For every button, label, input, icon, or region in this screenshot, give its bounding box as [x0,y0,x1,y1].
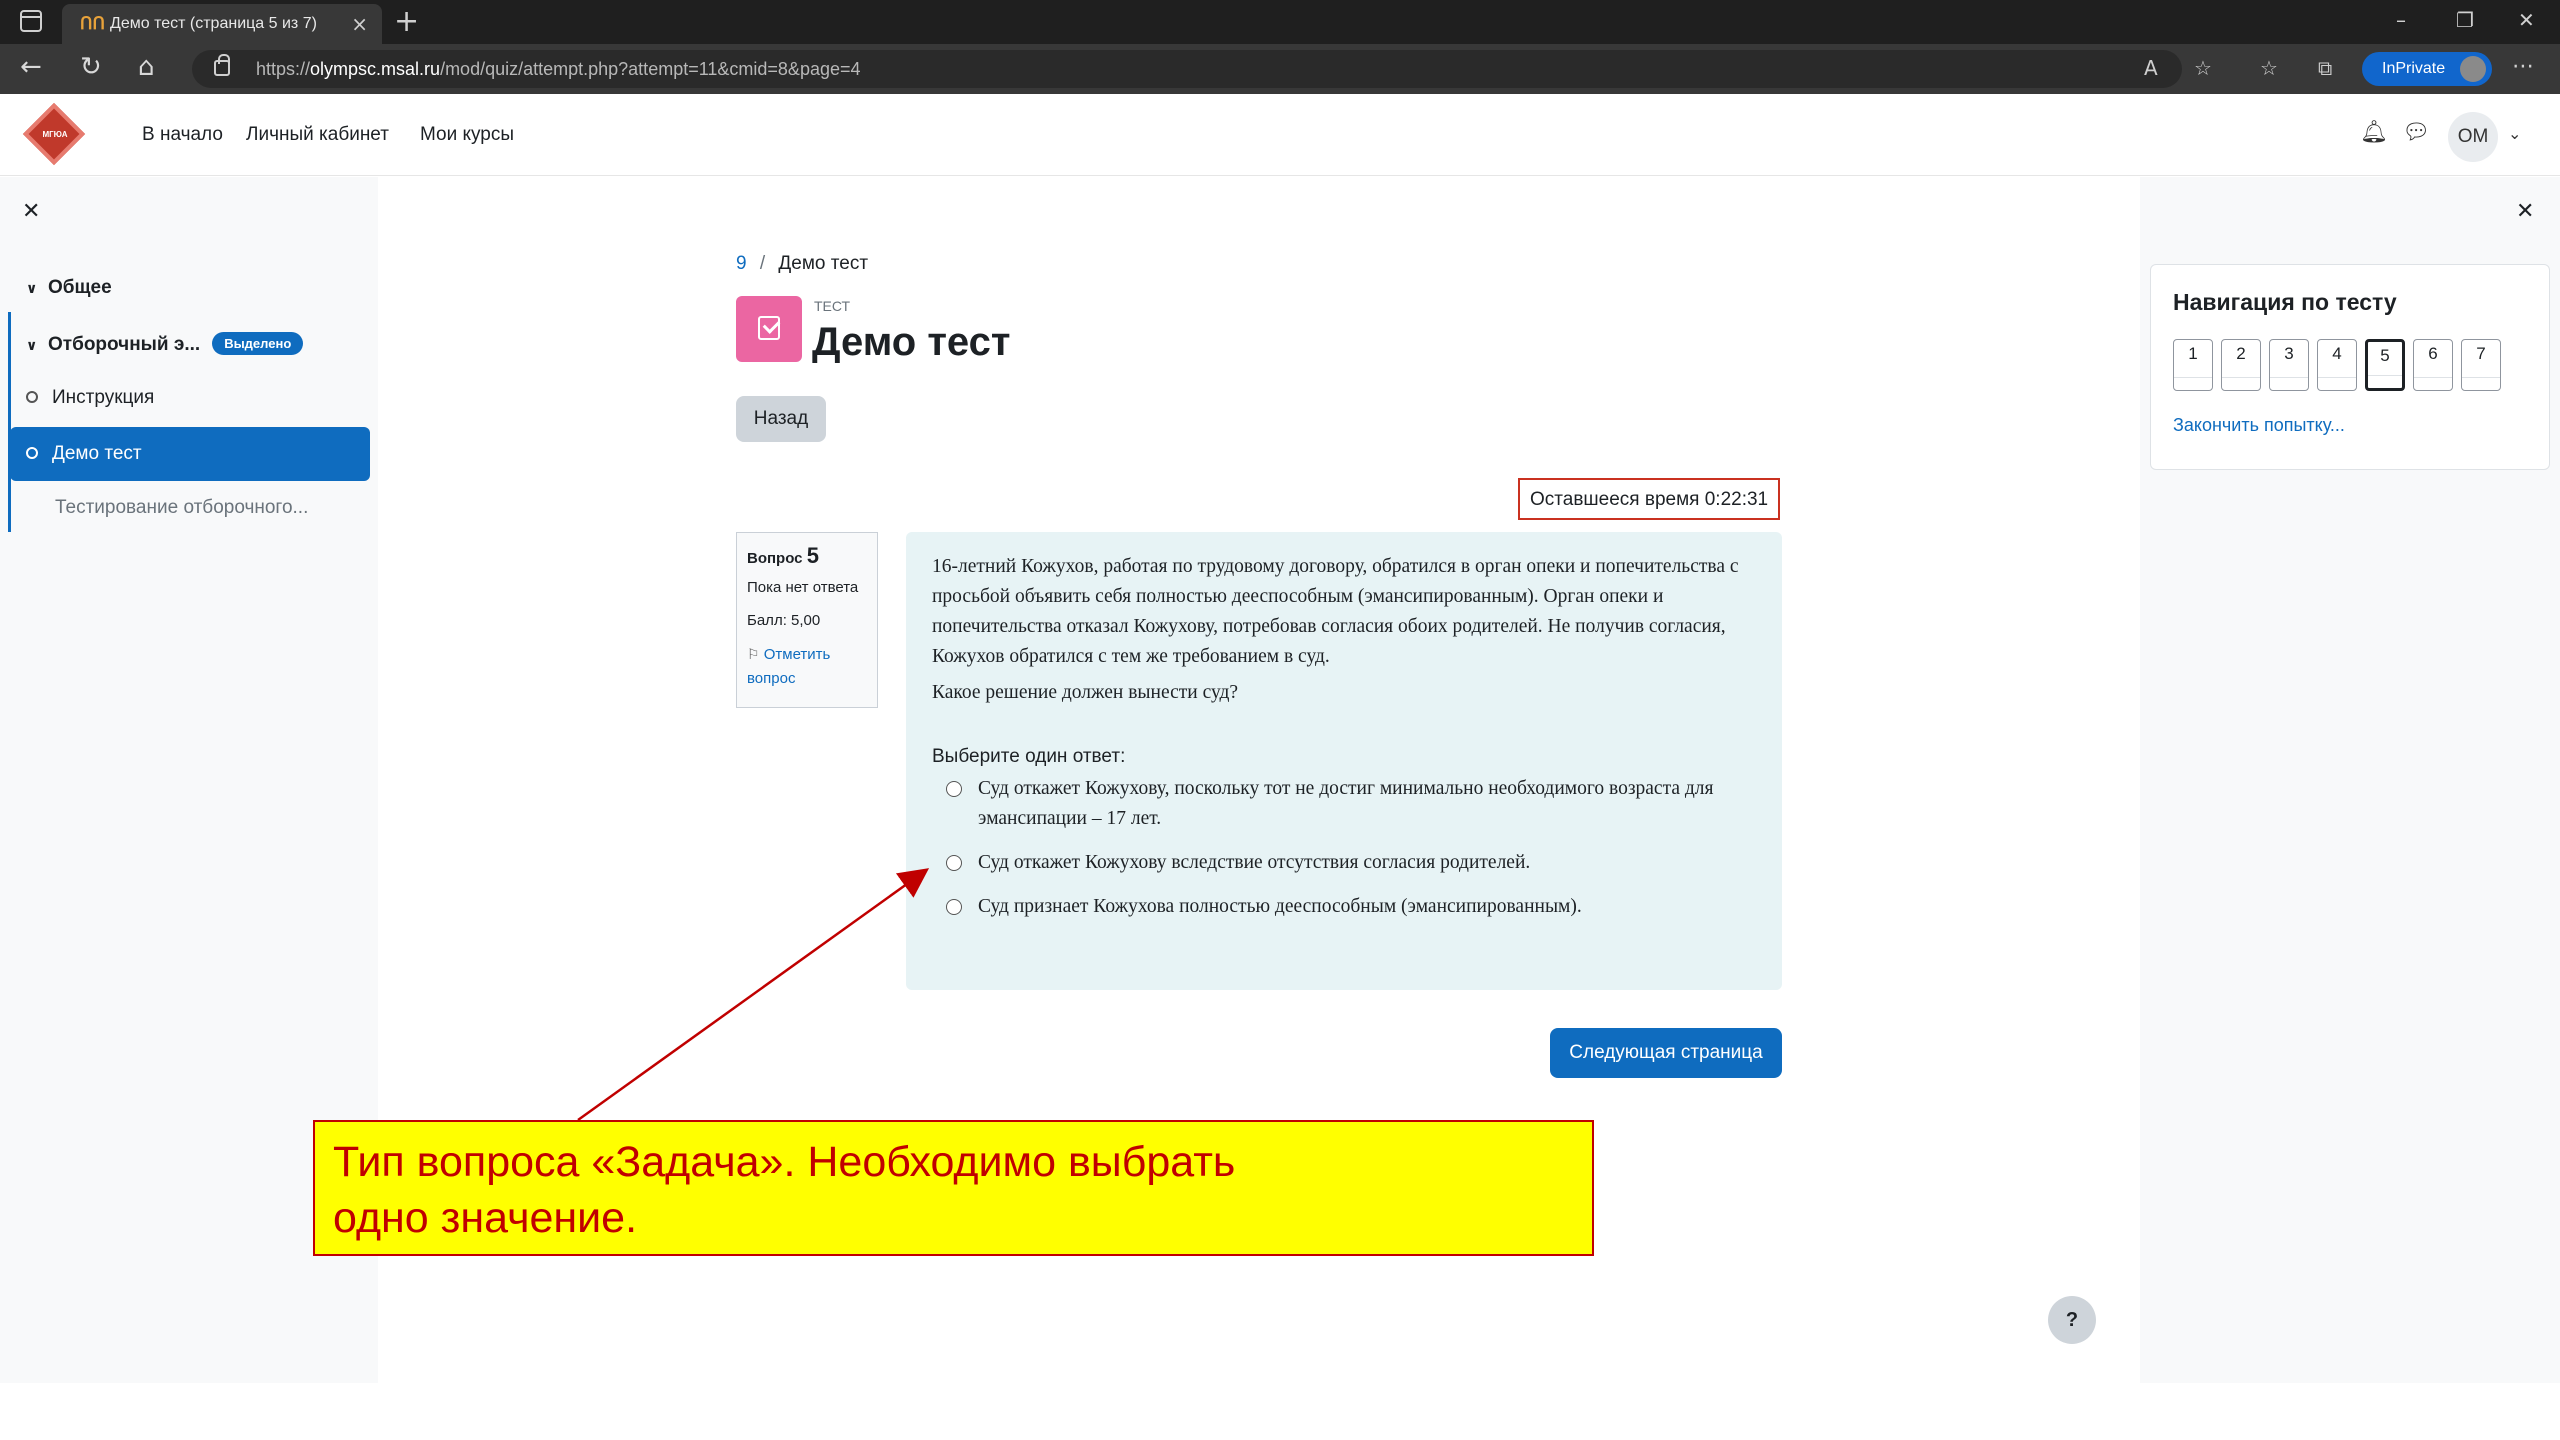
course-item-instruction[interactable]: Инструкция [26,387,154,409]
nav-home[interactable]: В начало [142,124,223,146]
close-course-index-icon[interactable]: ✕ [22,199,40,224]
site-favicon-icon: ՈՈ [80,14,105,33]
highlighted-badge: Выделено [212,332,304,355]
next-page-button[interactable]: Следующая страница [1550,1028,1782,1078]
flag-question-link[interactable]: ⚐ Отметить вопрос [747,643,867,691]
radio-button[interactable] [946,855,962,871]
question-text: 16-летний Кожухов, работая по трудовому … [932,556,1739,667]
close-quiz-navigation-icon[interactable]: ✕ [2516,199,2534,224]
breadcrumb-current: Демо тест [778,253,869,274]
tab-title: Демо тест (страница 5 из 7) [110,15,317,32]
incomplete-circle-icon [26,391,38,403]
course-item-qualifying-test[interactable]: Тестирование отборочного... [55,497,308,519]
annotation-callout: Тип вопроса «Задача». Необходимо выбрать… [313,1120,1594,1256]
quiz-nav-button-2[interactable]: 2 [2221,339,2261,391]
lock-icon[interactable] [214,54,230,76]
quiz-nav-button-7[interactable]: 7 [2461,339,2501,391]
site-header: МГЮА В начало Личный кабинет Мои курсы 🔔… [0,94,2560,176]
chevron-down-icon[interactable]: ∨ [26,281,48,297]
activity-type-label: ТЕСТ [814,298,851,314]
page-bottom [0,1383,2560,1440]
url-field[interactable]: https://olympsc.msal.ru/mod/quiz/attempt… [192,50,2182,88]
question-grade: Балл: 5,00 [747,612,821,629]
incomplete-circle-icon [26,447,38,459]
flag-icon: ⚐ [747,647,760,663]
radio-button[interactable] [946,781,962,797]
url-text: https://olympsc.msal.ru/mod/quiz/attempt… [256,59,861,79]
section-general[interactable]: ∨ Общее [26,277,112,299]
tab-close-icon[interactable]: × [351,12,368,36]
inprivate-button[interactable]: InPrivate [2362,52,2492,86]
answer-option-1[interactable]: Суд откажет Кожухову, поскольку тот не д… [932,774,1756,834]
breadcrumb-separator: / [759,253,766,274]
logo-text: МГЮА [42,130,68,139]
back-button[interactable]: Назад [736,396,826,442]
browser-tab[interactable]: ՈՈ Демо тест (страница 5 из 7) × [62,4,382,44]
question-info-panel: Вопрос 5 Пока нет ответа Балл: 5,00 ⚐ От… [736,532,878,708]
quiz-nav-button-1[interactable]: 1 [2173,339,2213,391]
nav-dashboard[interactable]: Личный кабинет [246,124,389,146]
finish-attempt-link[interactable]: Закончить попытку... [2173,415,2345,436]
breadcrumb: 9 / Демо тест [736,253,868,275]
browser-tab-bar: ՈՈ Демо тест (страница 5 из 7) × + – ❐ ✕ [0,0,2560,44]
answer-prompt: Выберите один ответ: [932,746,1126,767]
favorites-icon[interactable]: ☆ [2260,56,2278,80]
messages-chat-icon[interactable]: 💬︎ [2402,120,2430,145]
user-menu-chevron-icon[interactable]: ⌄ [2508,124,2521,143]
page-title: Демо тест [812,320,1011,364]
quiz-nav-button-4[interactable]: 4 [2317,339,2357,391]
back-arrow-icon[interactable]: ← [20,52,42,82]
home-icon[interactable]: ⌂ [138,52,155,82]
browser-address-bar: ← ↻ ⌂ https://olympsc.msal.ru/mod/quiz/a… [0,44,2560,94]
nav-my-courses[interactable]: Мои курсы [420,124,514,146]
quiz-navigation-title: Навигация по тесту [2173,289,2397,315]
time-left-timer: Оставшееся время 0:22:31 [1518,478,1780,520]
question-ask: Какое решение должен вынести суд? [932,682,1239,703]
question-content: 16-летний Кожухов, работая по трудовому … [906,532,1782,990]
answer-option-2[interactable]: Суд откажет Кожухову вследствие отсутств… [932,848,1756,878]
minimize-icon[interactable]: – [2396,8,2406,32]
window-close-icon[interactable]: ✕ [2518,8,2535,32]
section-qualifying[interactable]: ∨ Отборочный э... Выделено [26,332,304,356]
collections-icon[interactable]: ⧉ [2318,56,2332,80]
read-aloud-icon[interactable]: A [2144,56,2158,80]
add-favorite-icon[interactable]: ☆ [2194,56,2212,80]
help-button[interactable]: ? [2048,1296,2096,1344]
quiz-nav-button-6[interactable]: 6 [2413,339,2453,391]
more-options-icon[interactable]: ⋯ [2512,54,2534,79]
user-avatar[interactable]: ОМ [2448,112,2498,162]
notifications-bell-icon[interactable]: 🔔︎ [2360,120,2388,145]
quiz-nav-button-5-current[interactable]: 5 [2365,339,2405,391]
annotation-line-2: одно значение. [333,1194,638,1242]
radio-button[interactable] [946,899,962,915]
answer-option-3[interactable]: Суд признает Кожухова полностью дееспосо… [932,892,1756,922]
quiz-navigation-block: Навигация по тесту 1 2 3 4 5 6 7 Закончи… [2150,264,2550,470]
restore-icon[interactable]: ❐ [2456,8,2474,32]
section-indicator [8,312,11,532]
question-state: Пока нет ответа [747,579,859,596]
quiz-activity-icon [736,296,802,362]
tab-actions-icon[interactable] [20,10,42,32]
inprivate-label: InPrivate [2382,60,2446,77]
reload-icon[interactable]: ↻ [80,52,102,82]
annotation-line-1: Тип вопроса «Задача». Необходимо выбрать [333,1138,1236,1186]
new-tab-icon[interactable]: + [394,4,419,39]
question-number: Вопрос 5 [747,543,819,568]
breadcrumb-course-link[interactable]: 9 [736,253,747,274]
course-item-demo-test[interactable]: Демо тест [10,427,370,481]
quiz-navigation-drawer: ✕ Навигация по тесту 1 2 3 4 5 6 7 Закон… [2140,177,2560,1383]
quiz-nav-button-3[interactable]: 3 [2269,339,2309,391]
chevron-down-icon[interactable]: ∨ [26,338,48,354]
profile-avatar-icon [2460,56,2486,82]
